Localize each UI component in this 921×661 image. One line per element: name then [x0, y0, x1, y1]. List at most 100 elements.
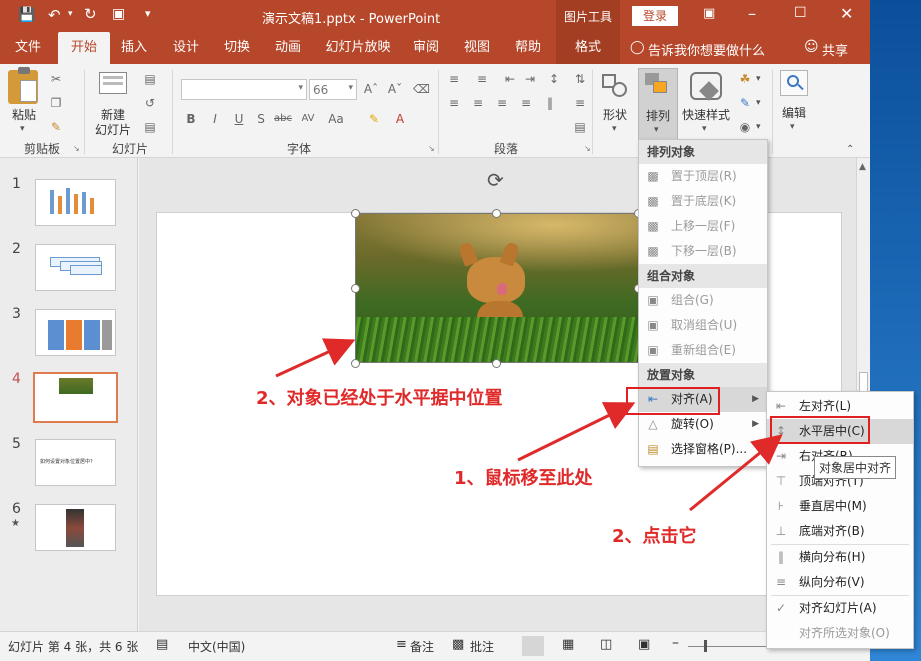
tab-review[interactable]: 审阅	[406, 32, 446, 64]
shadow-button[interactable]: S	[253, 112, 269, 126]
ungroup-item[interactable]: ▣ 取消组合(U)	[639, 313, 767, 338]
arrange-button[interactable]: 排列 ▾	[638, 68, 678, 140]
language-status[interactable]: 中文(中国)	[188, 638, 245, 655]
reading-view-icon[interactable]: ◫	[600, 637, 612, 652]
align-center-icon[interactable]: ≡	[470, 96, 486, 110]
font-name-input[interactable]: ▾	[181, 79, 307, 100]
tab-insert[interactable]: 插入	[114, 32, 154, 64]
shapes-dropdown-icon[interactable]: ▾	[612, 124, 617, 134]
tab-format[interactable]: 格式	[556, 32, 620, 64]
resize-handle[interactable]	[492, 359, 501, 368]
change-case-button[interactable]: Aa	[326, 112, 346, 126]
italic-button[interactable]: I	[207, 112, 223, 126]
zoom-slider-thumb[interactable]	[704, 640, 707, 652]
paste-dropdown-icon[interactable]: ▾	[20, 124, 25, 134]
bold-button[interactable]: B	[183, 112, 199, 126]
notes-icon[interactable]: ≡	[396, 637, 407, 652]
undo-icon[interactable]: ↶	[48, 6, 61, 24]
clipboard-launcher-icon[interactable]: ↘	[73, 144, 80, 153]
rotate-item[interactable]: △ 旋转(O) ▶	[639, 412, 767, 437]
resize-handle[interactable]	[492, 209, 501, 218]
font-name-dropdown-icon[interactable]: ▾	[298, 83, 303, 93]
normal-view-icon[interactable]	[522, 636, 544, 656]
highlight-icon[interactable]: ✎	[366, 112, 382, 126]
customize-toolbar-icon[interactable]: ▾	[145, 7, 151, 20]
shape-outline-icon[interactable]: ✎	[737, 96, 753, 110]
collapse-ribbon-icon[interactable]: ⌃	[846, 144, 854, 155]
smartart-icon[interactable]: ▤	[572, 120, 588, 134]
slide-thumbnail-2[interactable]	[35, 244, 116, 291]
login-button[interactable]: 登录	[632, 6, 678, 26]
font-size-input[interactable]: 66 ▾	[309, 79, 357, 100]
char-spacing-button[interactable]: AV	[298, 112, 318, 126]
decrease-font-icon[interactable]: Aˇ	[387, 82, 403, 96]
justify-icon[interactable]: ≡	[518, 96, 534, 110]
spellcheck-icon[interactable]: ▤	[156, 637, 168, 652]
bring-to-front-item[interactable]: ▩ 置于顶层(R)	[639, 164, 767, 189]
quick-styles-button[interactable]: 快速样式	[678, 106, 734, 123]
send-to-back-item[interactable]: ▩ 置于底层(K)	[639, 189, 767, 214]
shapes-icon[interactable]	[600, 72, 630, 100]
decrease-indent-icon[interactable]: ⇤	[502, 72, 518, 86]
resize-handle[interactable]	[351, 209, 360, 218]
underline-button[interactable]: U	[231, 112, 247, 126]
zoom-out-icon[interactable]: –	[672, 635, 679, 651]
outline-dropdown-icon[interactable]: ▾	[756, 98, 761, 108]
clear-format-icon[interactable]: ⌫	[413, 82, 430, 96]
tab-view[interactable]: 视图	[457, 32, 497, 64]
reset-icon[interactable]: ↺	[142, 96, 158, 110]
scroll-up-icon[interactable]: ▲	[859, 162, 866, 172]
new-slide-icon[interactable]	[99, 72, 127, 94]
bullets-icon[interactable]: ≡	[446, 72, 462, 86]
minimize-icon[interactable]: –	[748, 4, 756, 23]
align-selected-item[interactable]: 对齐所选对象(O)	[767, 621, 913, 646]
resize-handle[interactable]	[351, 359, 360, 368]
slide-thumbnail-5[interactable]: 如何设置对象位置居中?	[35, 439, 116, 486]
distribute-vertical-item[interactable]: ≡ 纵向分布(V)	[767, 570, 913, 595]
font-size-dropdown-icon[interactable]: ▾	[348, 83, 353, 93]
bring-forward-item[interactable]: ▩ 上移一层(F)	[639, 214, 767, 239]
tab-animations[interactable]: 动画	[268, 32, 308, 64]
numbering-icon[interactable]: ≡	[474, 72, 490, 86]
search-icon[interactable]	[780, 70, 808, 96]
save-icon[interactable]: 💾	[18, 7, 35, 23]
section-icon[interactable]: ▤	[142, 120, 158, 134]
layout-icon[interactable]: ▤	[142, 72, 158, 86]
slide-thumbnail-6[interactable]	[35, 504, 116, 551]
slide-sorter-icon[interactable]: ▦	[562, 637, 574, 652]
paste-button[interactable]: 粘贴	[8, 106, 40, 123]
zoom-slider[interactable]	[688, 646, 768, 647]
resize-handle[interactable]	[351, 284, 360, 293]
align-right-icon[interactable]: ≡	[494, 96, 510, 110]
slideshow-view-icon[interactable]: ▣	[638, 637, 650, 652]
paragraph-launcher-icon[interactable]: ↘	[584, 144, 591, 153]
columns-icon[interactable]: ‖	[542, 96, 558, 110]
rotate-handle-icon[interactable]: ⟳	[487, 168, 504, 192]
tell-me-box[interactable]: 告诉我你想要做什么	[648, 40, 765, 59]
distribute-horizontal-item[interactable]: ‖ 横向分布(H)	[767, 545, 913, 570]
notes-button[interactable]: 备注	[410, 638, 434, 655]
tab-transitions[interactable]: 切换	[217, 32, 257, 64]
fill-dropdown-icon[interactable]: ▾	[756, 74, 761, 84]
shape-effects-icon[interactable]: ◉	[737, 120, 753, 134]
align-left-icon[interactable]: ≡	[446, 96, 462, 110]
shapes-button[interactable]: 形状	[598, 106, 632, 123]
close-icon[interactable]: ✕	[840, 4, 853, 23]
maximize-icon[interactable]: ☐	[794, 5, 807, 21]
regroup-item[interactable]: ▣ 重新组合(E)	[639, 338, 767, 363]
tab-file[interactable]: 文件	[6, 32, 50, 64]
ribbon-display-options-icon[interactable]: ▣	[703, 6, 715, 21]
line-spacing-icon[interactable]: ↕	[546, 72, 562, 86]
font-launcher-icon[interactable]: ↘	[428, 144, 435, 153]
text-direction-icon[interactable]: ⇅	[572, 72, 588, 86]
slide-thumbnail-4[interactable]	[33, 372, 118, 423]
present-from-start-icon[interactable]: ▣	[112, 6, 125, 22]
selection-pane-item[interactable]: ▤ 选择窗格(P)...	[639, 437, 767, 462]
increase-font-icon[interactable]: Aˆ	[363, 82, 379, 96]
tab-home[interactable]: 开始	[58, 32, 110, 64]
shape-fill-icon[interactable]: ☘	[737, 72, 753, 86]
copy-icon[interactable]: ❐	[48, 96, 64, 110]
comment-icon[interactable]: ▩	[452, 637, 464, 652]
increase-indent-icon[interactable]: ⇥	[522, 72, 538, 86]
effects-dropdown-icon[interactable]: ▾	[756, 122, 761, 132]
